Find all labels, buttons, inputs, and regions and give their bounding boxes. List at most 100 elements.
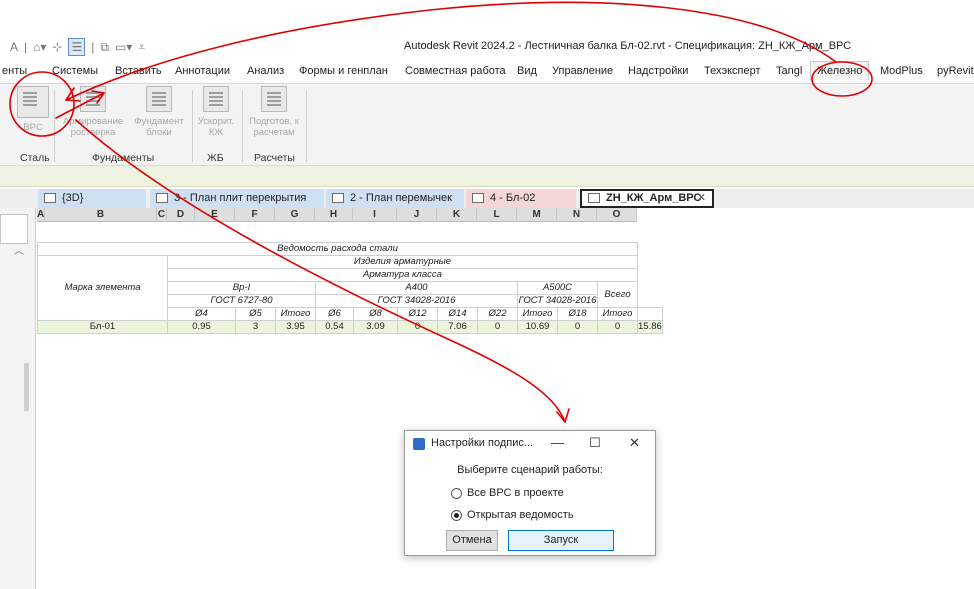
tab-insert[interactable]: Вставить (115, 65, 162, 77)
tab-manage[interactable]: Управление (552, 65, 613, 77)
column-letter-row: A B C D E F G H I J K L M N O (37, 208, 637, 222)
close-icon[interactable]: ✕ (697, 191, 706, 206)
column-letter[interactable]: L (477, 208, 517, 222)
tab-collaborate[interactable]: Совместная работа (405, 65, 506, 77)
diameter-header[interactable]: Ø8 (353, 306, 398, 321)
column-letter[interactable]: K (437, 208, 477, 222)
column-letter[interactable]: M (517, 208, 557, 222)
dialog-title-bar[interactable]: Настройки подпис... — ☐ ✕ (405, 431, 655, 457)
tab-systems[interactable]: Системы (52, 65, 98, 77)
schedule-title[interactable]: Ведомость расхода стали (37, 241, 638, 256)
diameter-header[interactable]: Ø14 (437, 306, 478, 321)
value-cell[interactable]: 3 (235, 319, 276, 334)
column-letter[interactable]: C (157, 208, 167, 222)
value-cell[interactable]: 0 (397, 319, 438, 334)
maximize-icon[interactable]: ☐ (589, 435, 601, 451)
customize-icon[interactable]: ⩡ (138, 39, 145, 55)
column-letter[interactable]: J (397, 208, 437, 222)
radio-button[interactable] (451, 487, 462, 499)
column-letter[interactable]: O (597, 208, 637, 222)
tab-analyze[interactable]: Анализ (247, 65, 284, 77)
view-tab-schedule[interactable]: ZH_КЖ_Арм_ВРС ✕ (580, 189, 714, 208)
close-icon[interactable]: ✕ (629, 435, 640, 451)
column-letter[interactable]: B (45, 208, 157, 222)
diameter-header[interactable]: Ø5 (235, 306, 276, 321)
value-cell[interactable]: 0.95 (167, 319, 236, 334)
tab-zhelezno[interactable]: Железно (810, 61, 870, 80)
diameter-header[interactable]: Итого (275, 306, 316, 321)
raft-reinforcement-button[interactable]: Армирование ростверка (58, 86, 128, 138)
list-view-icon[interactable]: ☰ (68, 38, 86, 56)
value-cell[interactable]: 0 (557, 319, 598, 334)
value-cell[interactable]: 0 (477, 319, 518, 334)
value-cell[interactable]: 3.95 (275, 319, 316, 334)
group-class[interactable]: А400 (315, 280, 518, 295)
window-switch-icon[interactable]: ▭▾ (115, 39, 132, 55)
total-header[interactable]: Всего (597, 280, 638, 308)
minimize-icon[interactable]: — (551, 435, 564, 450)
home-icon[interactable]: ⌂▾ (33, 39, 46, 55)
tab-tangl[interactable]: Tangl (776, 65, 802, 77)
run-button[interactable]: Запуск (508, 530, 614, 551)
tab-massing-site[interactable]: Формы и генплан (299, 65, 388, 77)
column-letter[interactable]: E (195, 208, 235, 222)
window-title: Autodesk Revit 2024.2 - Лестничная балка… (404, 40, 852, 52)
group-class[interactable]: Вр-I (167, 280, 316, 295)
value-cell[interactable]: 3.09 (353, 319, 398, 334)
value-cell[interactable]: 10.69 (517, 319, 558, 334)
text-icon[interactable]: A (10, 39, 18, 55)
radio-button[interactable] (451, 509, 462, 521)
radio-all-vrs[interactable]: Все ВРС в проекте (451, 487, 564, 499)
column-letter[interactable]: D (167, 208, 195, 222)
tab-annotate[interactable]: Аннотации (175, 65, 230, 77)
column-letter[interactable]: G (275, 208, 315, 222)
column-letter[interactable]: F (235, 208, 275, 222)
tab-view[interactable]: Вид (517, 65, 537, 77)
group-class[interactable]: А500С (517, 280, 598, 295)
column-letter[interactable]: A (37, 208, 45, 222)
group-gost[interactable]: ГОСТ 6727-80 (167, 293, 316, 308)
prepare-calc-button[interactable]: Подготов. к расчетам (244, 86, 304, 138)
column-letter[interactable]: N (557, 208, 597, 222)
scroll-up-icon[interactable]: ︿ (14, 242, 24, 257)
diameter-header[interactable]: Ø22 (477, 306, 518, 321)
diameter-header[interactable]: Итого (597, 306, 638, 321)
tab-techexpert[interactable]: Техэксперт (704, 65, 761, 77)
diameter-header[interactable]: Ø12 (397, 306, 438, 321)
diameter-header[interactable]: Ø4 (167, 306, 236, 321)
value-cell[interactable]: 7.06 (437, 319, 478, 334)
group-gost[interactable]: ГОСТ 34028-2016 (517, 293, 598, 308)
table-row[interactable]: Бл-01 0.95 3 3.95 0.54 3.09 0 7.06 0 10.… (37, 319, 663, 334)
diameter-header[interactable]: Ø6 (315, 306, 354, 321)
tab-pyrevit[interactable]: pyRevit (937, 65, 974, 77)
diameter-header[interactable]: Ø18 (557, 306, 598, 321)
vrs-button[interactable]: ВРС (16, 86, 50, 133)
column-letter[interactable]: I (353, 208, 397, 222)
cancel-button[interactable]: Отмена (446, 530, 498, 551)
plan-view-icon (472, 193, 484, 203)
foundation-blocks-button[interactable]: Фундамент блоки (130, 86, 188, 138)
view-tab-lintels[interactable]: 2 - План перемычек (326, 189, 464, 208)
subtitle-items[interactable]: Изделия арматурные (167, 254, 638, 269)
value-cell[interactable]: 0 (597, 319, 638, 334)
mark-header[interactable]: Марка элемента (37, 254, 168, 321)
mark-cell[interactable]: Бл-01 (37, 319, 168, 334)
scrollbar-thumb[interactable] (24, 363, 29, 411)
copy-icon[interactable]: ⧉ (100, 39, 109, 55)
diameter-header-total[interactable] (637, 306, 663, 321)
tab-components[interactable]: енты (2, 65, 27, 77)
accelerate-kzh-button[interactable]: Ускорит. КЖ (194, 86, 238, 138)
view-tab-floor-slabs[interactable]: 3 - План плит перекрытия (150, 189, 324, 208)
value-cell[interactable]: 0.54 (315, 319, 354, 334)
view-tab-3d[interactable]: {3D} (38, 189, 146, 208)
pin-icon[interactable]: ⊹ (52, 39, 62, 55)
subtitle-class[interactable]: Арматура класса (167, 267, 638, 282)
tab-addins[interactable]: Надстройки (628, 65, 688, 77)
value-cell[interactable]: 15.86 (637, 319, 663, 334)
radio-open-schedule[interactable]: Открытая ведомость (451, 509, 574, 521)
group-gost[interactable]: ГОСТ 34028-2016 (315, 293, 518, 308)
tab-modplus[interactable]: ModPlus (880, 65, 923, 77)
diameter-header[interactable]: Итого (517, 306, 558, 321)
column-letter[interactable]: H (315, 208, 353, 222)
view-tab-bl02[interactable]: 4 - Бл-02 (466, 189, 576, 208)
